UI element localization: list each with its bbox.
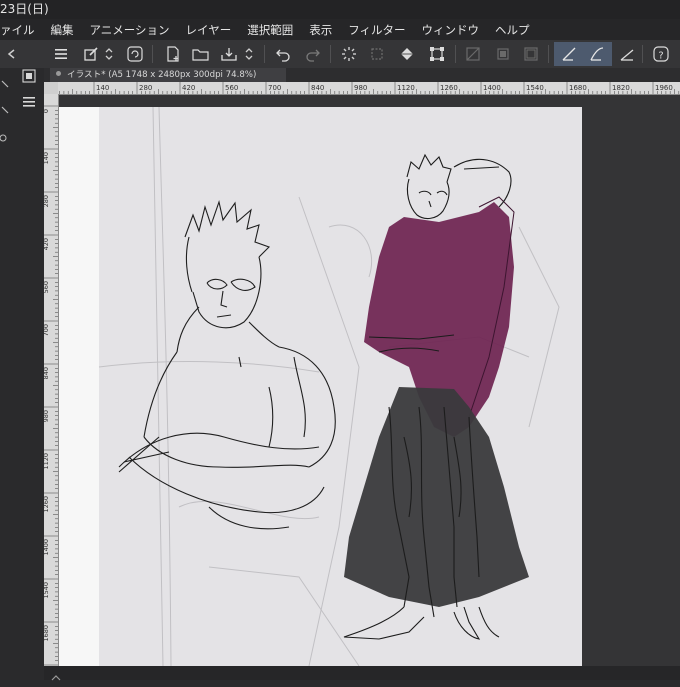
menu-file[interactable]: ァイル xyxy=(0,22,35,38)
ruler-label: 840 xyxy=(311,84,324,92)
selection-layer-icon[interactable] xyxy=(366,44,388,64)
menu-layer[interactable]: レイヤー xyxy=(186,22,232,38)
drawing-canvas[interactable] xyxy=(59,107,582,666)
vertical-ruler[interactable]: 0 140 280 420 560 700 840 980 1120 1260 1400 1540 16… xyxy=(44,94,59,666)
ruler-label: 1260 xyxy=(44,496,50,513)
toolbar-separator xyxy=(548,45,549,63)
tool-circle-icon[interactable] xyxy=(0,128,10,147)
toolbar-separator xyxy=(642,45,643,63)
spinner-arrows-icon[interactable] xyxy=(102,44,116,64)
toolbar-separator xyxy=(152,45,153,63)
tool-arrow-icon[interactable] xyxy=(0,74,10,93)
status-bar xyxy=(44,666,680,681)
help-icon[interactable]: ? xyxy=(650,44,672,64)
ruler-label: 1400 xyxy=(483,84,501,92)
open-folder-icon[interactable] xyxy=(190,44,212,64)
clock-date: 23日(日) xyxy=(0,2,49,16)
menu-selection[interactable]: 選択範囲 xyxy=(247,22,293,38)
panel-collapse-icon[interactable] xyxy=(0,44,22,64)
menu-view[interactable]: 表示 xyxy=(309,22,332,38)
ruler-label: 280 xyxy=(139,84,152,92)
ruler-label: 1540 xyxy=(526,84,544,92)
snap-to-ruler-icon[interactable] xyxy=(558,44,580,64)
menu-animation[interactable]: アニメーション xyxy=(90,22,170,38)
ruler-label: 1680 xyxy=(44,625,50,642)
toolbar-separator xyxy=(455,45,456,63)
navigator-icon[interactable] xyxy=(22,68,36,87)
ruler-label: 980 xyxy=(354,84,367,92)
document-tab[interactable]: イラスト* (A5 1748 x 2480px 300dpi 74.8%) xyxy=(50,68,286,82)
ruler-label: 1960 xyxy=(655,84,673,92)
menu-edit[interactable]: 編集 xyxy=(51,22,74,38)
new-file-icon[interactable] xyxy=(162,44,184,64)
ruler-label: 700 xyxy=(44,324,50,336)
document-tab-label: イラスト* (A5 1748 x 2480px 300dpi 74.8%) xyxy=(67,70,257,80)
invert-selection-icon[interactable] xyxy=(520,44,542,64)
save-icon[interactable] xyxy=(218,44,240,64)
toolbar-separator xyxy=(264,45,265,63)
pants-shape xyxy=(344,387,529,607)
crop-icon[interactable] xyxy=(492,44,514,64)
fill-bucket-icon[interactable] xyxy=(396,44,418,64)
ruler-label: 1400 xyxy=(44,539,50,556)
spinner-icon[interactable] xyxy=(338,44,360,64)
undo-icon[interactable] xyxy=(272,44,294,64)
ruler-label: 280 xyxy=(44,195,50,207)
horizontal-ruler-ticks: 140 280 420 560 700 840 980 1120 1260 1400 1540 168… xyxy=(59,82,680,94)
ruler-label: 840 xyxy=(44,367,50,379)
clear-outside-icon[interactable] xyxy=(462,44,484,64)
snap-to-special-ruler-icon[interactable] xyxy=(586,44,608,64)
tool-arrow-icon[interactable] xyxy=(0,100,10,119)
svg-text:?: ? xyxy=(658,51,663,62)
ruler-label: 1120 xyxy=(397,84,415,92)
horizontal-ruler[interactable]: 140 280 420 560 700 840 980 1120 1260 1400 1540 168… xyxy=(44,82,680,95)
canvas-area[interactable] xyxy=(59,95,680,666)
ruler-label: 700 xyxy=(268,84,281,92)
edit-layer-icon[interactable] xyxy=(80,44,102,64)
vertical-ruler-ticks: 0 140 280 420 560 700 840 980 1120 1260 1400 1540 16… xyxy=(44,105,58,666)
tab-dot-icon xyxy=(56,71,61,76)
menu-icon[interactable] xyxy=(50,44,72,64)
ruler-label: 1680 xyxy=(569,84,587,92)
spinner-arrows-icon[interactable] xyxy=(242,44,256,64)
transform-icon[interactable] xyxy=(426,44,448,64)
menu-help[interactable]: ヘルプ xyxy=(495,22,530,38)
ruler-label: 420 xyxy=(182,84,195,92)
ruler-label: 420 xyxy=(44,238,50,250)
command-bar: ? xyxy=(0,40,680,69)
redo-icon[interactable] xyxy=(302,44,324,64)
ruler-label: 1820 xyxy=(612,84,630,92)
title-bar: 23日(日) xyxy=(0,0,680,19)
ruler-label: 140 xyxy=(44,152,50,164)
ruler-label: 140 xyxy=(96,84,109,92)
toolbar-separator xyxy=(330,45,331,63)
list-icon[interactable] xyxy=(22,94,36,113)
menu-window[interactable]: ウィンドウ xyxy=(421,22,479,38)
tool-palette xyxy=(0,68,45,680)
ruler-label: 0 xyxy=(44,109,50,113)
artwork xyxy=(98,107,560,666)
ruler-label: 560 xyxy=(225,84,238,92)
ruler-label: 1540 xyxy=(44,582,50,599)
ruler-corner xyxy=(44,82,58,94)
snap-to-grid-icon[interactable] xyxy=(616,44,638,64)
ruler-label: 1120 xyxy=(44,453,50,470)
menu-filter[interactable]: フィルター xyxy=(348,22,405,38)
document-tab-bar: イラスト* (A5 1748 x 2480px 300dpi 74.8%) xyxy=(44,68,680,82)
ruler-label: 980 xyxy=(44,410,50,422)
expand-chevron-icon[interactable] xyxy=(50,668,62,687)
ruler-label: 560 xyxy=(44,281,50,293)
menu-bar: ァイル 編集 アニメーション レイヤー 選択範囲 表示 フィルター ウィンドウ … xyxy=(0,19,680,40)
swirl-icon[interactable] xyxy=(124,44,146,64)
ruler-label: 1260 xyxy=(440,84,458,92)
